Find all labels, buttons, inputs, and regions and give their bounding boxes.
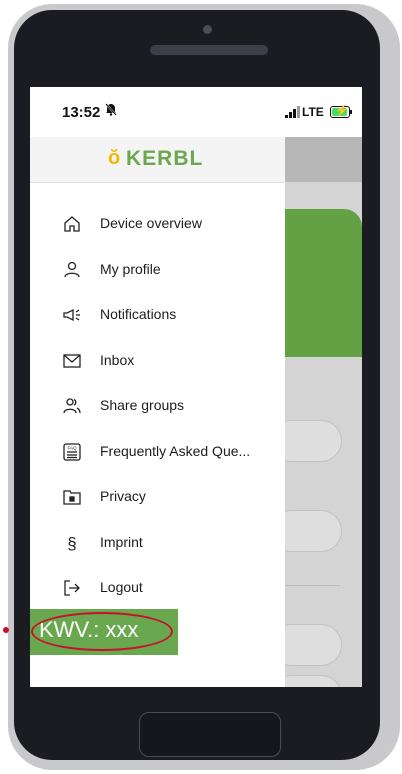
svg-text:FAQ: FAQ <box>67 446 77 451</box>
battery-tip <box>350 110 352 114</box>
menu-item-my-profile[interactable]: My profile <box>30 249 285 291</box>
earpiece-speaker <box>150 45 268 55</box>
lock-folder-icon <box>62 487 82 507</box>
svg-text:§: § <box>67 534 76 553</box>
menu-item-device-overview[interactable]: Device overview <box>30 203 285 245</box>
battery-charging-icon: ⚡ <box>330 105 350 118</box>
menu-item-share-groups[interactable]: Share groups <box>30 385 285 427</box>
section-sign-icon: § <box>62 533 82 553</box>
phone-screen: 13:52 LTE ⚡ ŏ KERBL Device overview My p… <box>30 87 362 687</box>
menu-item-inbox[interactable]: Inbox <box>30 340 285 382</box>
front-camera <box>203 25 212 34</box>
megaphone-icon <box>62 305 82 325</box>
logo-mark: ŏ <box>108 147 121 169</box>
home-icon <box>62 214 82 234</box>
envelope-icon <box>62 351 82 371</box>
annotation-highlight-oval <box>31 612 173 651</box>
menu-item-label: Frequently Asked Que... <box>100 443 251 459</box>
menu-item-faq[interactable]: FAQ Frequently Asked Que... <box>30 431 285 473</box>
menu-item-label: Inbox <box>100 352 135 368</box>
menu-item-notifications[interactable]: Notifications <box>30 294 285 336</box>
signal-strength-icon <box>285 106 300 118</box>
status-bar: 13:52 LTE ⚡ <box>30 87 362 137</box>
menu-item-label: My profile <box>100 261 161 277</box>
group-icon <box>62 396 82 416</box>
menu-item-label: Share groups <box>100 397 185 413</box>
home-button[interactable] <box>139 712 281 757</box>
menu-item-privacy[interactable]: Privacy <box>30 476 285 518</box>
menu-item-logout[interactable]: Logout <box>30 567 285 609</box>
logout-icon <box>62 578 82 598</box>
status-time: 13:52 <box>62 104 101 121</box>
app-logo: ŏ KERBL <box>30 137 285 183</box>
menu-item-label: Notifications <box>100 306 177 322</box>
menu-item-label: Device overview <box>100 215 202 231</box>
menu-item-label: Imprint <box>100 534 143 550</box>
navigation-drawer: ŏ KERBL Device overview My profile Notif… <box>30 137 285 687</box>
menu-item-imprint[interactable]: § Imprint <box>30 522 285 564</box>
background-divider <box>285 585 340 586</box>
faq-icon: FAQ <box>62 442 82 462</box>
menu-item-label: Privacy <box>100 488 146 504</box>
background-green-card <box>285 209 362 357</box>
user-icon <box>62 260 82 280</box>
logo-text: KERBL <box>126 147 204 170</box>
mute-bell-icon <box>104 102 118 119</box>
network-type: LTE <box>302 105 324 119</box>
annotation-pointer-dot <box>3 627 9 633</box>
background-header <box>285 137 362 182</box>
menu-item-label: Logout <box>100 579 143 595</box>
